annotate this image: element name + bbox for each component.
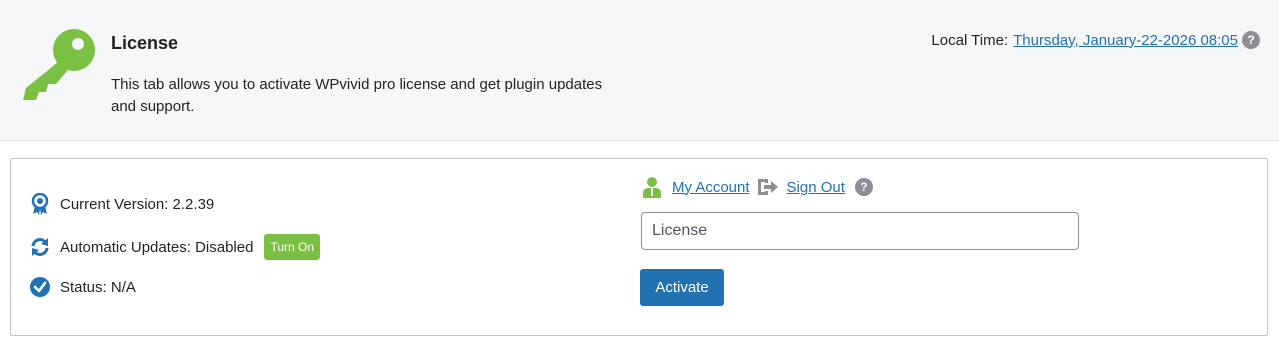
sign-out-icon — [757, 179, 778, 195]
local-time: Local Time: Thursday, January-22-2026 08… — [931, 31, 1260, 49]
page-title: License — [111, 33, 179, 53]
page-description: This tab allows you to activate WPvivid … — [111, 76, 603, 115]
current-version-row: Current Version: 2.2.39 — [29, 193, 214, 215]
page-header: License This tab allows you to activate … — [0, 0, 1279, 141]
check-circle-icon — [29, 276, 51, 298]
my-account-link[interactable]: My Account — [672, 179, 750, 196]
turn-on-button[interactable]: Turn On — [264, 234, 321, 260]
status-row: Status: N/A — [29, 276, 136, 298]
status-text: Status: N/A — [60, 278, 136, 296]
help-icon[interactable]: ? — [854, 178, 873, 196]
key-icon — [23, 29, 95, 100]
current-version-text: Current Version: 2.2.39 — [60, 195, 215, 213]
award-ribbon-icon — [29, 193, 51, 215]
refresh-icon — [29, 236, 51, 258]
activate-button[interactable]: Activate — [640, 269, 724, 306]
help-icon[interactable]: ? — [1242, 31, 1260, 49]
automatic-updates-row: Automatic Updates: Disabled Turn On — [29, 234, 321, 260]
license-input[interactable] — [641, 212, 1079, 250]
sign-out-link[interactable]: Sign Out — [787, 179, 845, 196]
license-panel: Current Version: 2.2.39 Automatic Update… — [10, 158, 1268, 336]
automatic-updates-text: Automatic Updates: Disabled — [60, 238, 254, 256]
user-icon — [643, 177, 661, 198]
local-time-link[interactable]: Thursday, January-22-2026 08:05 — [1013, 32, 1238, 49]
account-links: My Account Sign Out ? — [641, 176, 873, 198]
local-time-label: Local Time: — [931, 31, 1009, 49]
